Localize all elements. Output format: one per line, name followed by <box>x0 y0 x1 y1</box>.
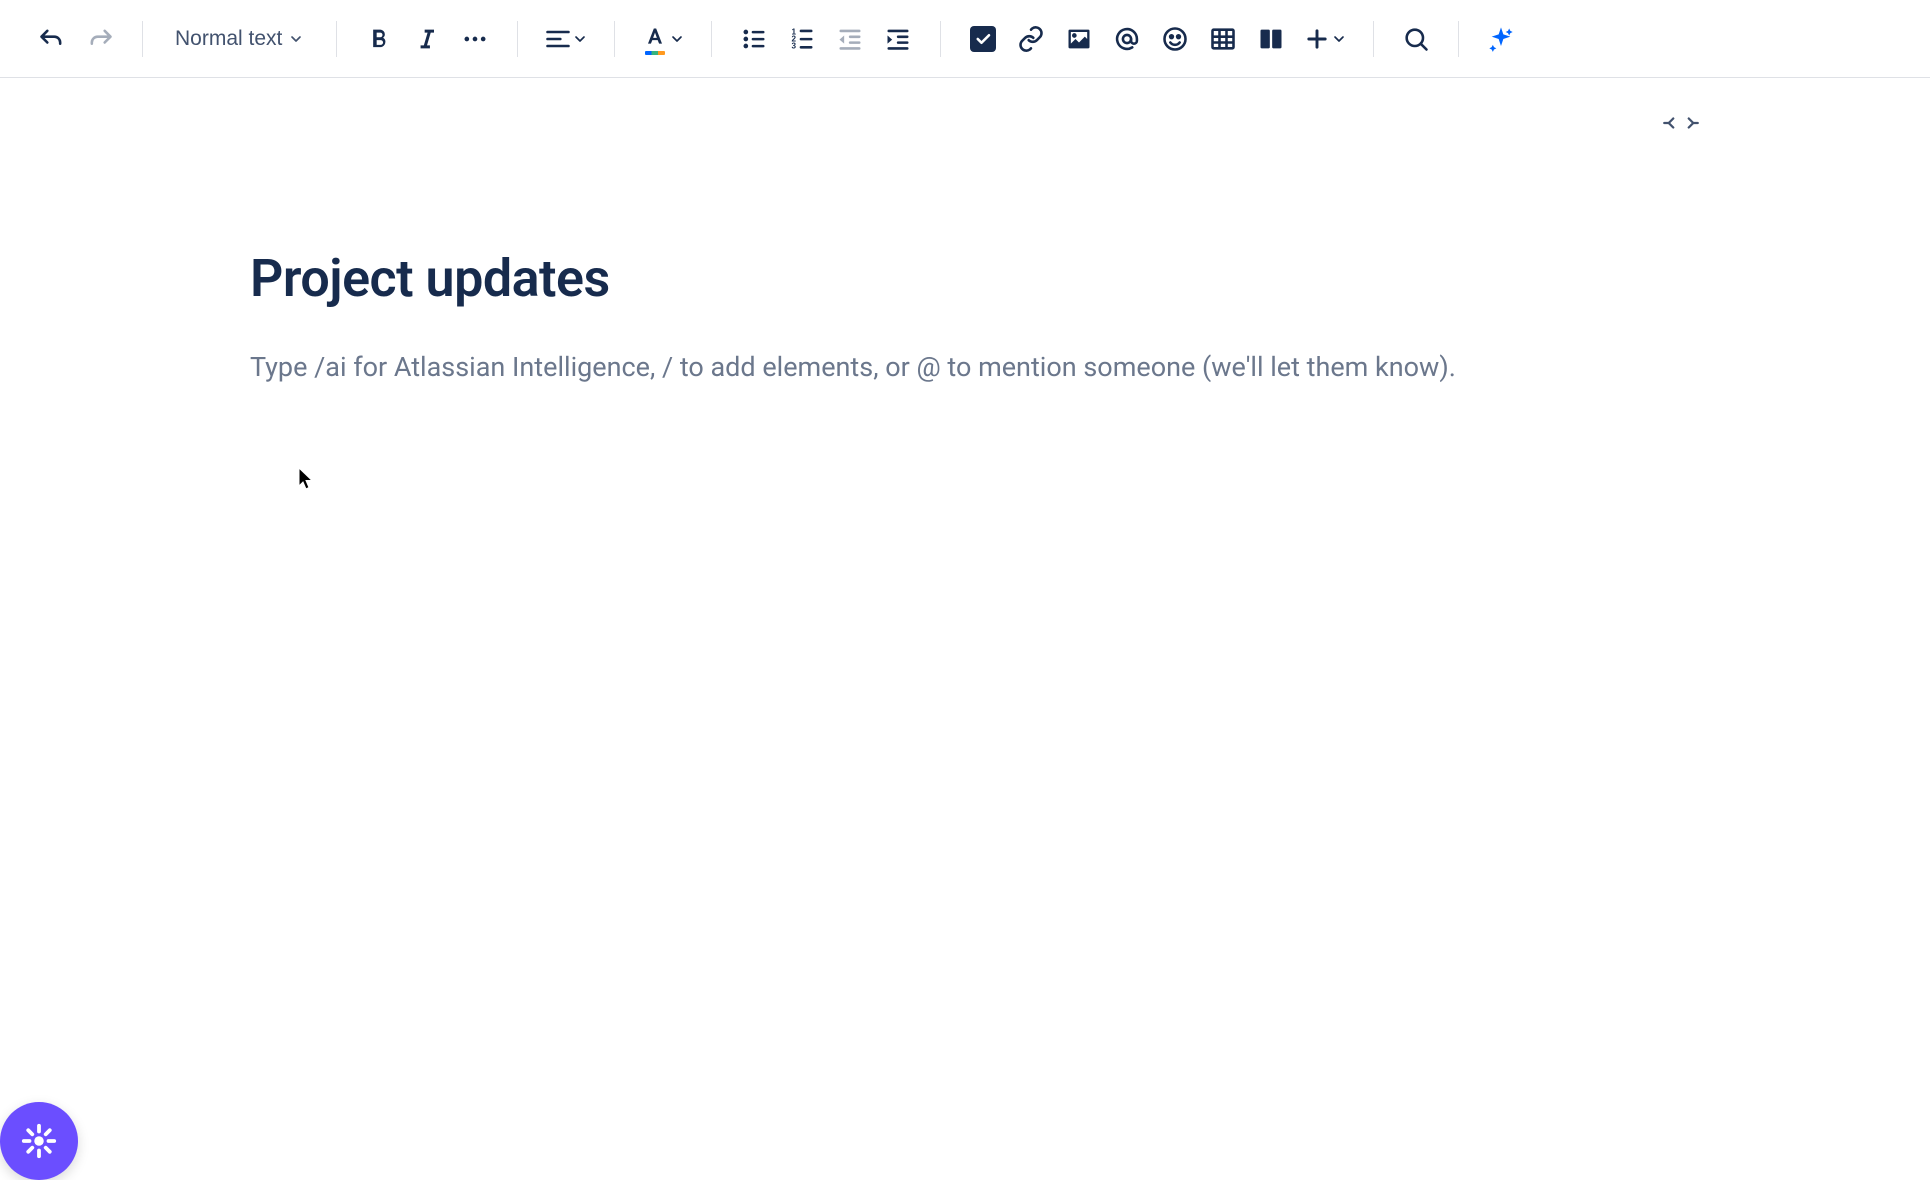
undo-icon <box>38 25 66 53</box>
more-formatting-button[interactable] <box>453 17 497 61</box>
more-icon <box>461 25 489 53</box>
find-button[interactable] <box>1394 17 1438 61</box>
sparkle-icon <box>1487 25 1515 53</box>
editor-toolbar: Normal text <box>0 0 1930 78</box>
layouts-icon <box>1257 25 1285 53</box>
arrow-left-icon <box>1662 114 1680 132</box>
layouts-button[interactable] <box>1249 17 1293 61</box>
table-icon <box>1209 25 1237 53</box>
color-group <box>623 17 703 61</box>
text-style-group: Normal text <box>151 17 328 61</box>
text-style-label: Normal text <box>175 27 282 51</box>
outdent-icon <box>836 25 864 53</box>
list-group: 1 2 3 <box>720 17 932 61</box>
link-button[interactable] <box>1009 17 1053 61</box>
bullet-list-icon <box>740 25 768 53</box>
action-item-button[interactable] <box>961 17 1005 61</box>
divider <box>614 21 615 57</box>
chevron-down-icon <box>288 31 304 47</box>
arrow-right-icon <box>1682 114 1700 132</box>
numbered-list-icon: 1 2 3 <box>788 25 816 53</box>
search-icon <box>1402 25 1430 53</box>
mention-icon <box>1113 25 1141 53</box>
chevron-down-icon <box>1331 31 1347 47</box>
text-style-dropdown[interactable]: Normal text <box>163 17 316 61</box>
indent-icon <box>884 25 912 53</box>
divider <box>711 21 712 57</box>
outdent-button[interactable] <box>828 17 872 61</box>
history-group <box>18 17 134 61</box>
divider <box>517 21 518 57</box>
divider <box>1373 21 1374 57</box>
insert-dropdown[interactable] <box>1297 17 1353 61</box>
find-group <box>1382 17 1450 61</box>
redo-button[interactable] <box>78 17 122 61</box>
loom-fab-button[interactable] <box>0 1102 78 1180</box>
svg-text:3: 3 <box>792 41 797 50</box>
link-icon <box>1017 25 1045 53</box>
color-indicator <box>645 51 665 55</box>
bullet-list-button[interactable] <box>732 17 776 61</box>
ai-button[interactable] <box>1479 17 1523 61</box>
mention-button[interactable] <box>1105 17 1149 61</box>
image-icon <box>1065 25 1093 53</box>
text-color-dropdown[interactable] <box>635 17 691 61</box>
redo-icon <box>86 25 114 53</box>
divider <box>142 21 143 57</box>
emoji-button[interactable] <box>1153 17 1197 61</box>
image-button[interactable] <box>1057 17 1101 61</box>
action-item-icon <box>970 26 996 52</box>
insert-group <box>949 17 1365 61</box>
formatting-group <box>345 17 509 61</box>
divider <box>1458 21 1459 57</box>
chevron-down-icon <box>669 31 685 47</box>
bold-button[interactable] <box>357 17 401 61</box>
cursor-pointer <box>296 466 316 492</box>
bold-icon <box>365 25 393 53</box>
editor-placeholder[interactable]: Type /ai for Atlassian Intelligence, / t… <box>250 347 1680 388</box>
page-title[interactable]: Project updates <box>250 248 1680 309</box>
table-button[interactable] <box>1201 17 1245 61</box>
divider <box>336 21 337 57</box>
align-dropdown[interactable] <box>538 17 594 61</box>
align-group <box>526 17 606 61</box>
undo-button[interactable] <box>30 17 74 61</box>
numbered-list-button[interactable]: 1 2 3 <box>780 17 824 61</box>
plus-icon <box>1303 25 1331 53</box>
italic-icon <box>413 25 441 53</box>
align-left-icon <box>544 25 572 53</box>
emoji-icon <box>1161 25 1189 53</box>
italic-button[interactable] <box>405 17 449 61</box>
ai-group <box>1467 17 1535 61</box>
loom-icon <box>20 1122 58 1160</box>
divider <box>940 21 941 57</box>
document-content[interactable]: Project updates Type /ai for Atlassian I… <box>250 128 1680 388</box>
chevron-down-icon <box>572 31 588 47</box>
indent-button[interactable] <box>876 17 920 61</box>
text-color-icon <box>641 25 669 53</box>
width-toggle-button[interactable] <box>1662 114 1700 132</box>
content-area: Project updates Type /ai for Atlassian I… <box>0 78 1930 388</box>
